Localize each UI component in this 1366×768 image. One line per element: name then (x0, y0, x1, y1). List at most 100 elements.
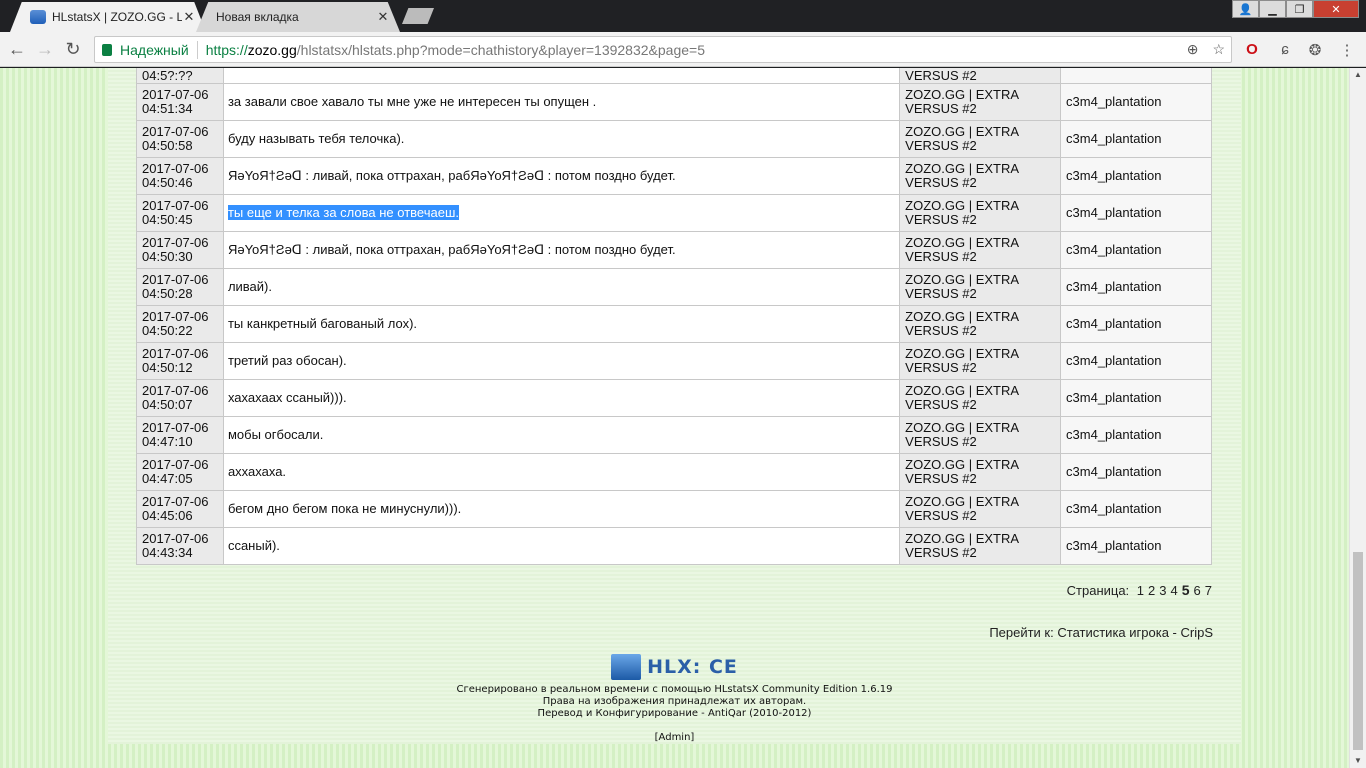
map-cell: c3m4_plantation (1060, 379, 1212, 417)
map-cell: c3m4_plantation (1060, 120, 1212, 158)
message-cell: ЯəYoЯ†Ƨəᗡ : ливай, пока оттрахан, рабЯəY… (222, 157, 901, 195)
server-name-line1: ZOZO.GG | EXTRA (905, 309, 1020, 324)
map-cell: c3m4_plantation (1060, 83, 1212, 121)
time-text: 04:43:34 (142, 545, 193, 560)
scrollbar-thumb[interactable] (1353, 552, 1363, 750)
date-cell: 2017-07-06 04:50:30 (136, 231, 224, 269)
map-cell: c3m4_plantation (1060, 157, 1212, 195)
date-cell: 2017-07-06 04:47:05 (136, 453, 224, 491)
close-window-button[interactable]: ✕ (1313, 0, 1359, 18)
time-text: 04:51:34 (142, 101, 193, 116)
date-text: 2017-07-06 (142, 420, 209, 435)
table-row: 2017-07-06 04:50:58 буду называть тебя тел… (136, 120, 1212, 158)
table-row: 2017-07-06 04:50:30 ЯəYoЯ†Ƨəᗡ : ливай, пок… (136, 231, 1212, 269)
profile-icon[interactable]: 👤 (1232, 0, 1259, 18)
back-arrow-icon[interactable]: ← (6, 38, 28, 60)
server-name-line2: VERSUS #2 (905, 101, 977, 116)
server-cell: ZOZO.GG | EXTRA VERSUS #2 (899, 120, 1062, 158)
server-cell: ZOZO.GG | EXTRA VERSUS #2 (899, 194, 1062, 232)
message-cell (222, 68, 901, 84)
page-link-6[interactable]: 6 (1194, 583, 1201, 598)
reload-icon[interactable]: ↻ (62, 38, 84, 60)
server-name-line2: VERSUS #2 (905, 508, 977, 523)
opera-extension-icon[interactable]: O (1243, 41, 1261, 58)
address-bar[interactable]: Надежный https:// zozo.gg /hlstatsx/hlst… (94, 36, 1232, 63)
date-cell: 2017-07-06 04:51:34 (136, 83, 224, 121)
map-cell: c3m4_plantation (1060, 490, 1212, 528)
forward-arrow-icon[interactable]: → (34, 38, 56, 60)
message-cell: ты еще и телка за слова не отвечаеш. (222, 194, 901, 232)
message-text: ливай). (227, 279, 272, 294)
tab-hlstatsx[interactable]: HLstatsX | ZOZO.GG - L4 ✕ (10, 2, 206, 32)
map-name: c3m4_plantation (1066, 279, 1162, 294)
server-name-line1: ZOZO.GG | EXTRA (905, 457, 1020, 472)
message-cell: ссаный). (222, 527, 901, 565)
vertical-scrollbar[interactable]: ▲ ▼ (1349, 68, 1366, 768)
page-link-2[interactable]: 2 (1148, 583, 1155, 598)
date-cell: 2017-07-06 04:43:34 (136, 527, 224, 565)
page-link-1[interactable]: 1 (1137, 583, 1144, 598)
extension-icon[interactable]: ɕ (1276, 41, 1294, 58)
date-cell: 04:5?:?? (136, 68, 224, 84)
message-cell: бегом дно бегом пока не минуснули))). (222, 490, 901, 528)
menu-icon[interactable]: ⋮ (1338, 41, 1356, 59)
time-text: 04:50:07 (142, 397, 193, 412)
date-cell: 2017-07-06 04:50:45 (136, 194, 224, 232)
time-text: 04:45:06 (142, 508, 193, 523)
date-text: 2017-07-06 (142, 161, 209, 176)
server-name-line2: VERSUS #2 (905, 360, 977, 375)
map-name: c3m4_plantation (1066, 353, 1162, 368)
bookmark-star-icon[interactable]: ☆ (1212, 41, 1225, 58)
chat-history-table: 04:5?:?? VERSUS #2 2017-07-06 04:51:34 за … (136, 68, 1212, 565)
map-cell: c3m4_plantation (1060, 268, 1212, 306)
server-name-line2: VERSUS #2 (905, 434, 977, 449)
server-name-line1: ZOZO.GG | EXTRA (905, 124, 1020, 139)
map-name: c3m4_plantation (1066, 94, 1162, 109)
server-name-line2: VERSUS #2 (905, 175, 977, 190)
divider (196, 40, 198, 59)
minimize-button[interactable]: ▁ (1259, 0, 1286, 18)
jump-label: Перейти к: (989, 625, 1054, 640)
map-name: c3m4_plantation (1066, 131, 1162, 146)
close-tab-icon[interactable]: ✕ (182, 9, 196, 25)
footer-rights: Права на изображения принадлежат их авто… (542, 696, 807, 707)
map-name: c3m4_plantation (1066, 168, 1162, 183)
page-link-3[interactable]: 3 (1159, 583, 1166, 598)
table-row: 2017-07-06 04:47:10 мобы огбосали. ZOZO.GG … (136, 416, 1212, 454)
url-scheme: https:// (205, 41, 248, 58)
server-name-line2: VERSUS #2 (905, 545, 977, 560)
scroll-down-icon[interactable]: ▼ (1350, 754, 1366, 768)
map-name: c3m4_plantation (1066, 464, 1162, 479)
time-text: 04:50:12 (142, 360, 193, 375)
maximize-button[interactable]: ❐ (1286, 0, 1313, 18)
new-tab-button[interactable] (402, 8, 434, 24)
close-tab-icon[interactable]: ✕ (376, 9, 390, 25)
table-row: 2017-07-06 04:50:22 ты канкретный багованы… (136, 305, 1212, 343)
hlx-logo-icon (611, 654, 642, 680)
scroll-up-icon[interactable]: ▲ (1350, 68, 1366, 82)
message-cell: аххахаха. (222, 453, 901, 491)
page-link-4[interactable]: 4 (1171, 583, 1178, 598)
date-text: 2017-07-06 (142, 457, 209, 472)
server-cell: ZOZO.GG | EXTRA VERSUS #2 (899, 83, 1062, 121)
map-name: c3m4_plantation (1066, 538, 1162, 553)
tab-new-tab[interactable]: Новая вкладка ✕ (196, 2, 400, 32)
player-stats-link[interactable]: Статистика игрока - CripS (1057, 625, 1213, 640)
server-cell: ZOZO.GG | EXTRA VERSUS #2 (899, 231, 1062, 269)
url-path: /hlstatsx/hlstats.php?mode=chathistory&p… (296, 41, 705, 58)
window-controls: 👤 ▁ ❐ ✕ (1232, 0, 1359, 18)
tab-strip: HLstatsX | ZOZO.GG - L4 ✕ Новая вкладка … (0, 0, 1366, 32)
map-name: c3m4_plantation (1066, 242, 1162, 257)
server-name-line1: ZOZO.GG | EXTRA (905, 87, 1020, 102)
map-cell: c3m4_plantation (1060, 231, 1212, 269)
lock-icon (102, 43, 112, 56)
date-cell: 2017-07-06 04:50:46 (136, 157, 224, 195)
date-cell: 2017-07-06 04:50:12 (136, 342, 224, 380)
page-viewport: 04:5?:?? VERSUS #2 2017-07-06 04:51:34 за … (0, 68, 1366, 768)
extension-icon-2[interactable]: ❂ (1306, 41, 1324, 59)
page-link-7[interactable]: 7 (1205, 583, 1212, 598)
hlx-logo[interactable]: HLX: CE (611, 654, 738, 680)
zoom-icon[interactable]: ⊕ (1187, 41, 1199, 58)
admin-link[interactable]: [Admin] (108, 732, 1241, 744)
message-text: ЯəYoЯ†Ƨəᗡ : ливай, пока оттрахан, рабЯəY… (227, 242, 676, 257)
